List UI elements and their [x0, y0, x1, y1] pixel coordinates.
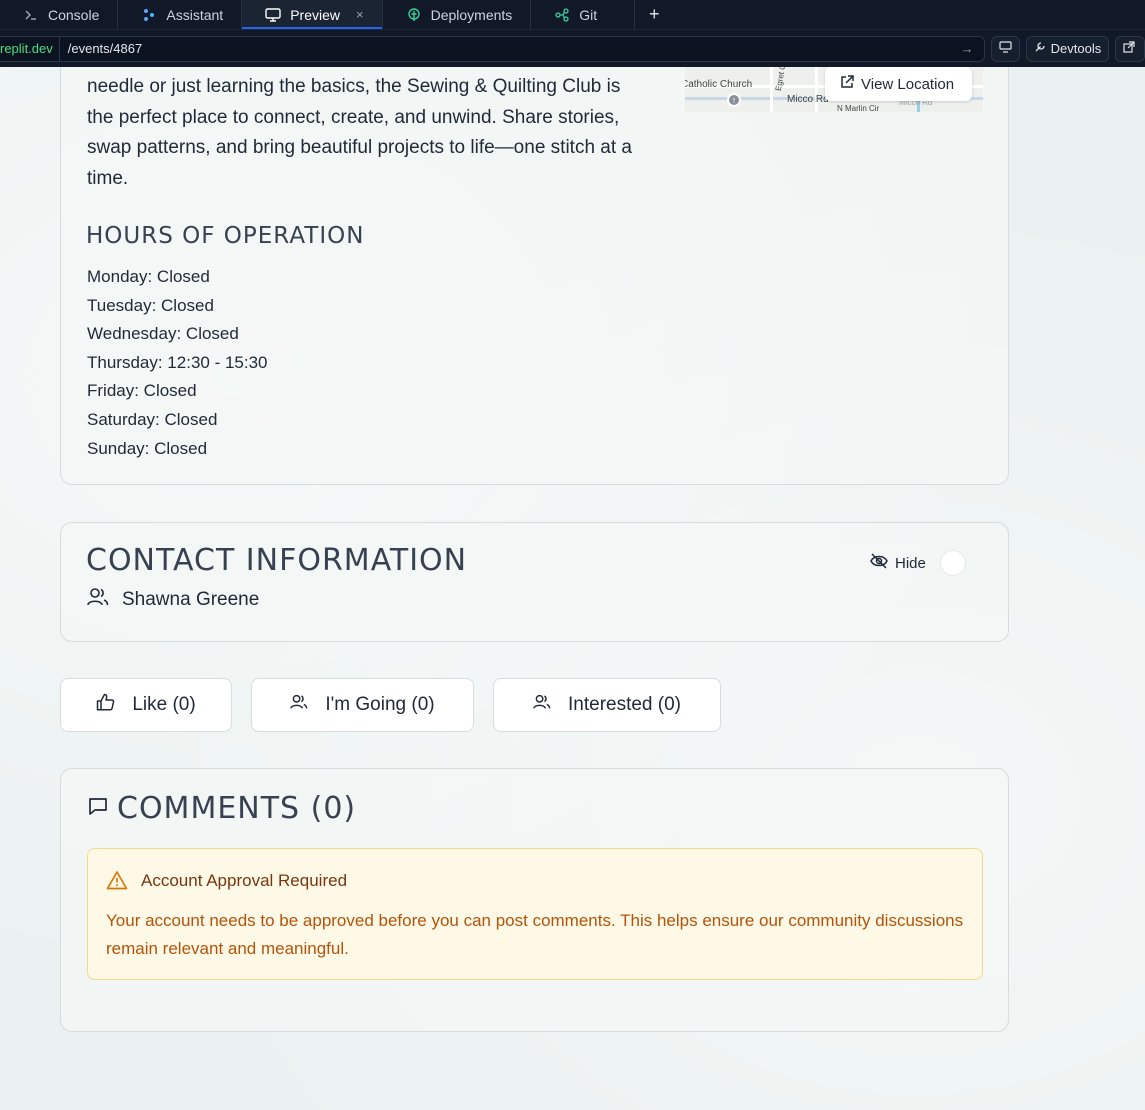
interested-button[interactable]: Interested (0) — [493, 678, 721, 732]
approval-alert: Account Approval Required Your account n… — [87, 848, 983, 980]
contact-card: CONTACT INFORMATION Shawna Greene Hide — [60, 522, 1009, 642]
page-content: needle or just learning the basics, the … — [0, 67, 1145, 1110]
url-domain: replit.dev — [0, 36, 60, 61]
open-external-button[interactable] — [1115, 35, 1145, 62]
thumbs-up-icon — [96, 693, 115, 717]
wrench-icon — [1034, 41, 1046, 56]
event-details-card: needle or just learning the basics, the … — [60, 67, 1009, 485]
event-actions: Like (0) I'm Going (0) Interested (0) — [60, 678, 721, 732]
screen-button[interactable] — [990, 35, 1020, 62]
users-icon — [87, 587, 109, 613]
comments-header: COMMENTS (0) — [87, 791, 356, 826]
map-label-church: Catholic Church — [685, 79, 753, 90]
tab-assistant[interactable]: Assistant — [118, 0, 243, 29]
alert-title: Account Approval Required — [141, 871, 348, 890]
eye-off-icon — [870, 553, 888, 573]
external-link-icon — [1123, 41, 1135, 56]
toggle-switch[interactable] — [940, 551, 965, 575]
event-description: needle or just learning the basics, the … — [87, 76, 632, 189]
going-button[interactable]: I'm Going (0) — [251, 678, 474, 732]
map-label-road: N Marlin Cir — [837, 104, 880, 112]
view-location-label: View Location — [861, 75, 955, 93]
url-input[interactable]: replit.dev /events/4867 → — [0, 35, 985, 62]
assistant-icon — [140, 8, 158, 22]
tab-label: Console — [48, 6, 100, 23]
url-bar: replit.dev /events/4867 → Devtools — [0, 29, 1145, 67]
browser-tab-bar: Console Assistant Preview × Deployments … — [0, 0, 1145, 29]
hours-item: Tuesday: Closed — [87, 295, 214, 315]
arrow-right-icon[interactable]: → — [961, 41, 974, 56]
tab-label: Assistant — [166, 6, 224, 23]
hours-item: Wednesday: Closed — [87, 324, 239, 344]
tab-label: Deployments — [430, 6, 513, 23]
message-square-icon — [87, 795, 109, 822]
contact-person: Shawna Greene — [87, 587, 259, 613]
tab-console[interactable]: Console — [0, 0, 119, 29]
map-label-road: Micco Rd — [787, 94, 829, 105]
users-icon — [533, 694, 551, 716]
terminal-icon — [22, 8, 40, 22]
going-label: I'm Going (0) — [325, 694, 435, 715]
like-label: Like (0) — [132, 694, 196, 715]
users-icon — [290, 694, 308, 716]
monitor-icon — [264, 7, 282, 22]
hide-contact-toggle[interactable]: Hide — [870, 551, 965, 575]
tab-preview[interactable]: Preview × — [242, 0, 383, 29]
close-icon[interactable]: × — [356, 7, 364, 22]
hours-item: Sunday: Closed — [87, 438, 208, 458]
hours-list: Monday: Closed Tuesday: Closed Wednesday… — [87, 263, 268, 463]
hours-item: Thursday: 12:30 - 15:30 — [87, 352, 268, 372]
deploy-icon — [405, 7, 423, 22]
tab-git[interactable]: Git — [531, 0, 636, 29]
map-pin-icon: ↑ — [727, 93, 741, 107]
new-tab-button[interactable]: + — [635, 0, 673, 29]
screen-icon — [999, 41, 1012, 56]
hours-item: Saturday: Closed — [87, 409, 218, 429]
comments-heading: COMMENTS (0) — [117, 791, 357, 826]
contact-heading: CONTACT INFORMATION — [86, 543, 468, 578]
like-button[interactable]: Like (0) — [60, 678, 232, 732]
external-link-icon — [839, 74, 855, 94]
git-icon — [553, 7, 571, 22]
hide-label: Hide — [895, 554, 926, 572]
view-location-button[interactable]: View Location — [825, 67, 972, 101]
hours-item: Friday: Closed — [87, 381, 197, 401]
tab-deployments[interactable]: Deployments — [383, 0, 532, 29]
url-path: /events/4867 — [67, 41, 143, 56]
hours-item: Monday: Closed — [87, 267, 210, 286]
comments-card: COMMENTS (0) Account Approval Required Y… — [60, 768, 1009, 1032]
devtools-button[interactable]: Devtools — [1025, 35, 1110, 62]
tab-label: Git — [579, 6, 598, 23]
tab-label: Preview — [290, 6, 340, 23]
hours-heading: HOURS OF OPERATION — [86, 223, 365, 249]
interested-label: Interested (0) — [568, 694, 681, 715]
alert-message: Your account needs to be approved before… — [106, 911, 964, 958]
warning-icon — [106, 870, 128, 895]
contact-name: Shawna Greene — [122, 589, 260, 610]
devtools-label: Devtools — [1050, 41, 1102, 56]
